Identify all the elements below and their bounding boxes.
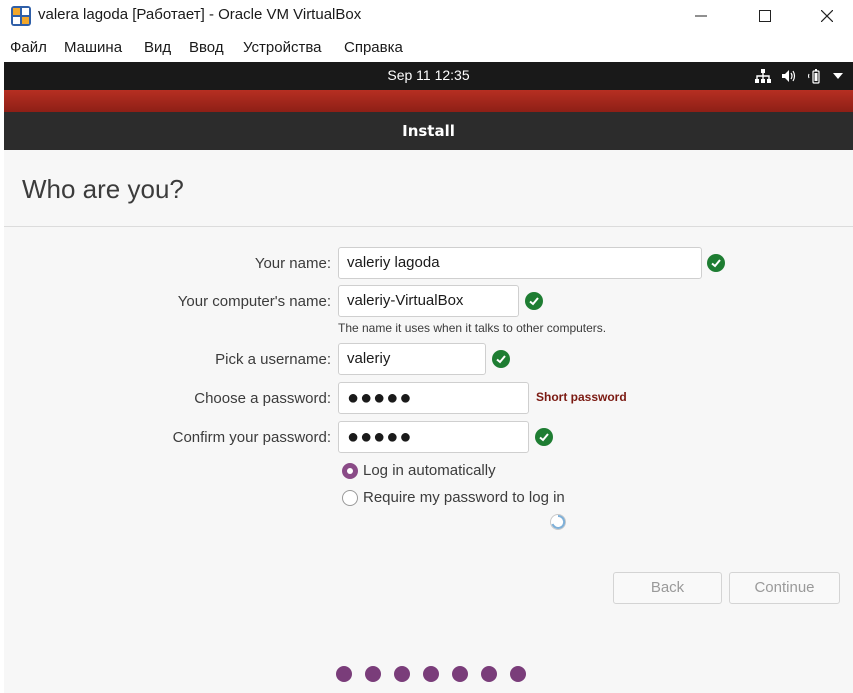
menu-bar: Файл Машина Вид Ввод Устройства Справка bbox=[0, 36, 853, 60]
installer-title: Install bbox=[402, 122, 455, 140]
menu-machine[interactable]: Машина bbox=[64, 39, 122, 56]
password-input[interactable]: ●●●●● bbox=[338, 382, 529, 414]
computer-name-hint: The name it uses when it talks to other … bbox=[338, 321, 607, 335]
back-button[interactable]: Back bbox=[613, 572, 722, 604]
window-titlebar: valera lagoda [Работает] - Oracle VM Vir… bbox=[0, 0, 853, 32]
your-name-label: Your name: bbox=[254, 255, 331, 272]
menu-file[interactable]: Файл bbox=[10, 39, 47, 56]
progress-dot bbox=[510, 666, 526, 682]
battery-icon bbox=[808, 69, 820, 84]
computer-name-input[interactable]: valeriy-VirtualBox bbox=[338, 285, 519, 317]
menu-view[interactable]: Вид bbox=[144, 39, 171, 56]
progress-dot bbox=[365, 666, 381, 682]
username-input[interactable]: valeriy bbox=[338, 343, 486, 375]
require-password-option[interactable]: Require my password to log in bbox=[342, 489, 565, 506]
volume-icon bbox=[782, 70, 796, 82]
step-progress bbox=[336, 666, 526, 682]
menu-help[interactable]: Справка bbox=[344, 39, 403, 56]
clock[interactable]: Sep 11 12:35 bbox=[4, 67, 853, 83]
progress-dot bbox=[452, 666, 468, 682]
window-title: valera lagoda [Работает] - Oracle VM Vir… bbox=[38, 6, 362, 23]
progress-dot bbox=[336, 666, 352, 682]
login-automatically-label: Log in automatically bbox=[363, 462, 496, 479]
confirm-password-valid-check-icon bbox=[535, 428, 553, 446]
computer-name-label: Your computer's name: bbox=[177, 293, 331, 310]
menu-input[interactable]: Ввод bbox=[189, 39, 224, 56]
progress-dot bbox=[423, 666, 439, 682]
progress-dot bbox=[481, 666, 497, 682]
progress-dot bbox=[394, 666, 410, 682]
menu-devices[interactable]: Устройства bbox=[243, 39, 321, 56]
login-automatically-option[interactable]: Log in automatically bbox=[342, 462, 496, 479]
minimize-button[interactable] bbox=[678, 0, 724, 32]
gnome-top-bar: Sep 11 12:35 bbox=[4, 62, 853, 90]
your-name-input[interactable]: valeriy lagoda bbox=[338, 247, 702, 279]
continue-button[interactable]: Continue bbox=[729, 572, 840, 604]
login-automatically-radio[interactable] bbox=[342, 462, 358, 479]
title-divider bbox=[4, 226, 853, 227]
close-button[interactable] bbox=[804, 0, 850, 32]
computer-name-valid-check-icon bbox=[525, 292, 543, 310]
require-password-label: Require my password to log in bbox=[363, 489, 565, 506]
confirm-password-input[interactable]: ●●●●● bbox=[338, 421, 529, 453]
password-strength-text: Short password bbox=[536, 390, 627, 404]
installer-header: Install bbox=[4, 112, 853, 150]
minimize-icon bbox=[695, 15, 707, 17]
loading-spinner-icon bbox=[550, 514, 566, 530]
dropdown-arrow-icon bbox=[833, 73, 843, 79]
require-password-radio[interactable] bbox=[342, 489, 358, 506]
password-label: Choose a password: bbox=[194, 390, 331, 407]
username-label: Pick a username: bbox=[215, 351, 331, 368]
vm-display[interactable]: Sep 11 12:35 Install Who are you? Your n… bbox=[4, 62, 853, 693]
network-icon bbox=[755, 69, 771, 83]
maximize-icon bbox=[759, 10, 771, 22]
installer-banner bbox=[4, 90, 853, 112]
maximize-button[interactable] bbox=[742, 0, 788, 32]
name-valid-check-icon bbox=[707, 254, 725, 272]
username-valid-check-icon bbox=[492, 350, 510, 368]
confirm-password-label: Confirm your password: bbox=[172, 429, 331, 446]
virtualbox-icon bbox=[10, 5, 32, 27]
close-icon bbox=[821, 10, 833, 22]
system-status-area[interactable] bbox=[755, 68, 843, 84]
page-title: Who are you? bbox=[22, 174, 184, 204]
